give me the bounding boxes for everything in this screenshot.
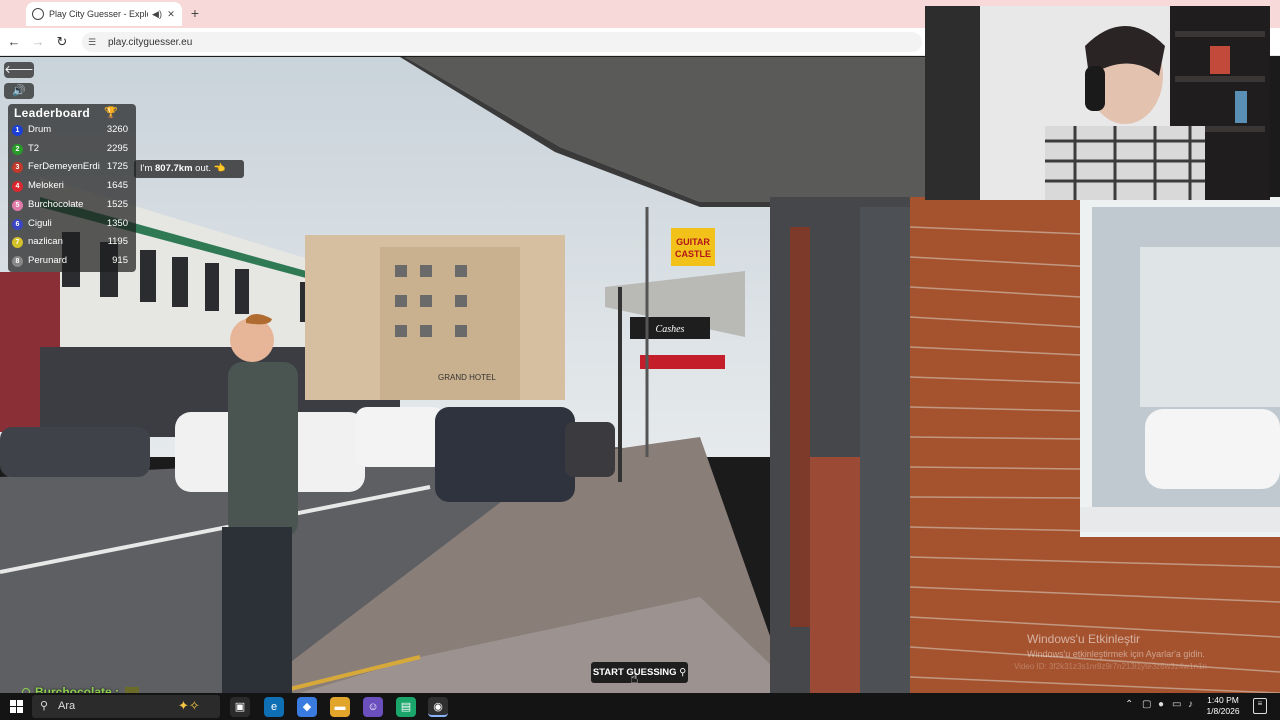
leaderboard-player-score: 2295	[106, 142, 128, 154]
copilot-app-icon[interactable]: ◆	[297, 697, 317, 717]
guitar-castle-sign-line1: GUITAR	[676, 237, 710, 247]
tab-title: Play City Guesser - Explore	[49, 9, 148, 19]
leaderboard-row: 2 T2 2295	[12, 141, 132, 159]
tray-chevron-icon[interactable]: ⌃	[1125, 699, 1133, 710]
hotel-sign: GRAND HOTEL	[438, 373, 496, 382]
network-icon[interactable]: ▭	[1172, 699, 1181, 710]
leaderboard-row: 8 Perunard 915	[12, 253, 132, 271]
bubble-distance: 807.7km	[155, 163, 193, 174]
leaderboard-row: 7 nazlican 1195	[12, 234, 132, 252]
distance-bubble: I'm 807.7km out. 👈	[134, 160, 244, 178]
file-explorer-icon[interactable]: ▬	[330, 697, 350, 717]
cashes-sign: Cashes	[656, 324, 685, 335]
bubble-suffix: out.	[192, 163, 212, 174]
notification-icon[interactable]: ≡	[1253, 698, 1267, 714]
leaderboard-row: 3 FerDemeyenErdi 1725	[12, 159, 132, 177]
leaderboard-player-name: Burchocolate	[28, 198, 84, 210]
speaker-icon[interactable]: ◀)	[152, 9, 162, 20]
leaderboard-player-score: 1525	[106, 198, 128, 210]
trophy-icon: 🏆	[104, 107, 118, 119]
streamer-webcam-image	[925, 6, 1270, 200]
leaderboard-player-name: nazlican	[28, 236, 63, 248]
search-icon: ⚲	[40, 700, 49, 712]
leaderboard-row: 4 Melokeri 1645	[12, 178, 132, 196]
leaderboard-rank-badge: 7	[12, 237, 23, 249]
bubble-prefix: I'm	[140, 163, 156, 174]
leaderboard-rank-badge: 4	[12, 181, 23, 193]
guitar-castle-sign-line2: CASTLE	[675, 249, 711, 259]
video-id-watermark: Video ID: 3f2k31z3s1nr8z9r7n213l1yte3z6w…	[1014, 662, 1207, 671]
leaderboard-rank-badge: 3	[12, 162, 23, 174]
task-view-icon[interactable]: ▣	[230, 697, 250, 717]
start-guessing-button[interactable]: START GUESSING ⚲	[591, 662, 688, 683]
leaderboard-player-score: 1195	[107, 236, 128, 248]
tab-close-icon[interactable]: ✕	[166, 9, 176, 20]
pointing-hand-icon: 👈	[213, 163, 226, 174]
url-text: play.cityguesser.eu	[108, 36, 193, 48]
globe-icon	[32, 8, 44, 20]
map-pin-icon: ⚲	[679, 667, 687, 678]
leaderboard-player-name: FerDemeyenErdi	[28, 161, 100, 173]
copilot-sparkle-icon: ✦✧	[178, 698, 200, 713]
clock-date: 1/8/2026	[1206, 706, 1240, 716]
leaderboard-row: 5 Burchocolate 1525	[12, 197, 132, 215]
url-field[interactable]: ☰ play.cityguesser.eu	[82, 32, 922, 52]
leaderboard-player-score: 1350	[106, 217, 128, 229]
activation-watermark-title: Windows'u Etkinleştir	[1027, 632, 1140, 646]
leaderboard-title: Leaderboard	[14, 106, 90, 120]
leaderboard-rank-badge: 5	[12, 199, 23, 211]
edge-browser-icon[interactable]: e	[264, 697, 284, 717]
leaderboard-row: 6 Ciguli 1350	[12, 216, 132, 234]
microphone-icon[interactable]: ●	[1158, 699, 1164, 710]
leaderboard-player-score: 1725	[106, 161, 128, 173]
reload-icon[interactable]: ↻	[54, 34, 70, 50]
leaderboard-panel: Leaderboard 🏆 1 Drum 3260 2 T2 2295 3 FerDemeye…	[8, 104, 136, 272]
browser-tab[interactable]: Play City Guesser - Explore ◀) ✕	[26, 2, 182, 26]
leaderboard-player-score: 1645	[106, 180, 128, 192]
chrome-browser-icon[interactable]: ◉	[428, 697, 448, 717]
discord-icon[interactable]: ☺	[363, 697, 383, 717]
sound-toggle-button[interactable]: 🔊	[4, 83, 34, 99]
mouse-cursor-icon: ☝	[630, 670, 639, 686]
windows-start-icon[interactable]	[10, 700, 23, 713]
leaderboard-rank-badge: 1	[12, 125, 23, 136]
webcam-overlay	[925, 6, 1270, 200]
leaderboard-player-score: 3260	[106, 124, 128, 135]
windows-taskbar: ⚲ Ara ✦✧ ▣ e ◆ ▬ ☺ ▤ ◉ ⌃ ▢ ● ▭ ♪ 1:40 PM…	[0, 693, 1280, 720]
leaderboard-row: 1 Drum 3260	[12, 122, 132, 140]
screen: Play City Guesser - Explore ◀) ✕ + ← → ↻…	[0, 0, 1280, 720]
new-tab-button[interactable]: +	[188, 5, 202, 21]
tray-app-icon[interactable]: ▢	[1142, 699, 1151, 710]
leaderboard-player-name: Melokeri	[28, 180, 64, 192]
leaderboard-player-name: T2	[28, 142, 40, 154]
back-arrow-icon[interactable]: ←	[6, 34, 22, 50]
activation-watermark-subtitle: Windows'u etkinleştirmek için Ayarlar'a …	[1027, 649, 1205, 659]
leaderboard-player-name: Perunard	[28, 254, 68, 266]
leaderboard-player-name: Drum	[28, 124, 52, 135]
forward-arrow-icon[interactable]: →	[30, 34, 46, 50]
leaderboard-player-score: 915	[112, 254, 128, 266]
taskbar-clock[interactable]: 1:40 PM 1/8/2026	[1200, 695, 1246, 717]
search-placeholder: Ara	[58, 700, 76, 712]
volume-icon[interactable]: ♪	[1188, 699, 1193, 710]
clock-time: 1:40 PM	[1207, 695, 1239, 705]
green-app-icon[interactable]: ▤	[396, 697, 416, 717]
leaderboard-rank-badge: 8	[12, 255, 23, 267]
leaderboard-rank-badge: 6	[12, 218, 23, 230]
taskbar-search-box[interactable]: ⚲ Ara ✦✧	[32, 695, 220, 718]
leaderboard-player-name: Ciguli	[28, 217, 52, 229]
leaderboard-rank-badge: 2	[12, 143, 23, 155]
site-settings-icon[interactable]: ☰	[88, 37, 100, 48]
game-back-button[interactable]: 🡐	[4, 62, 34, 78]
